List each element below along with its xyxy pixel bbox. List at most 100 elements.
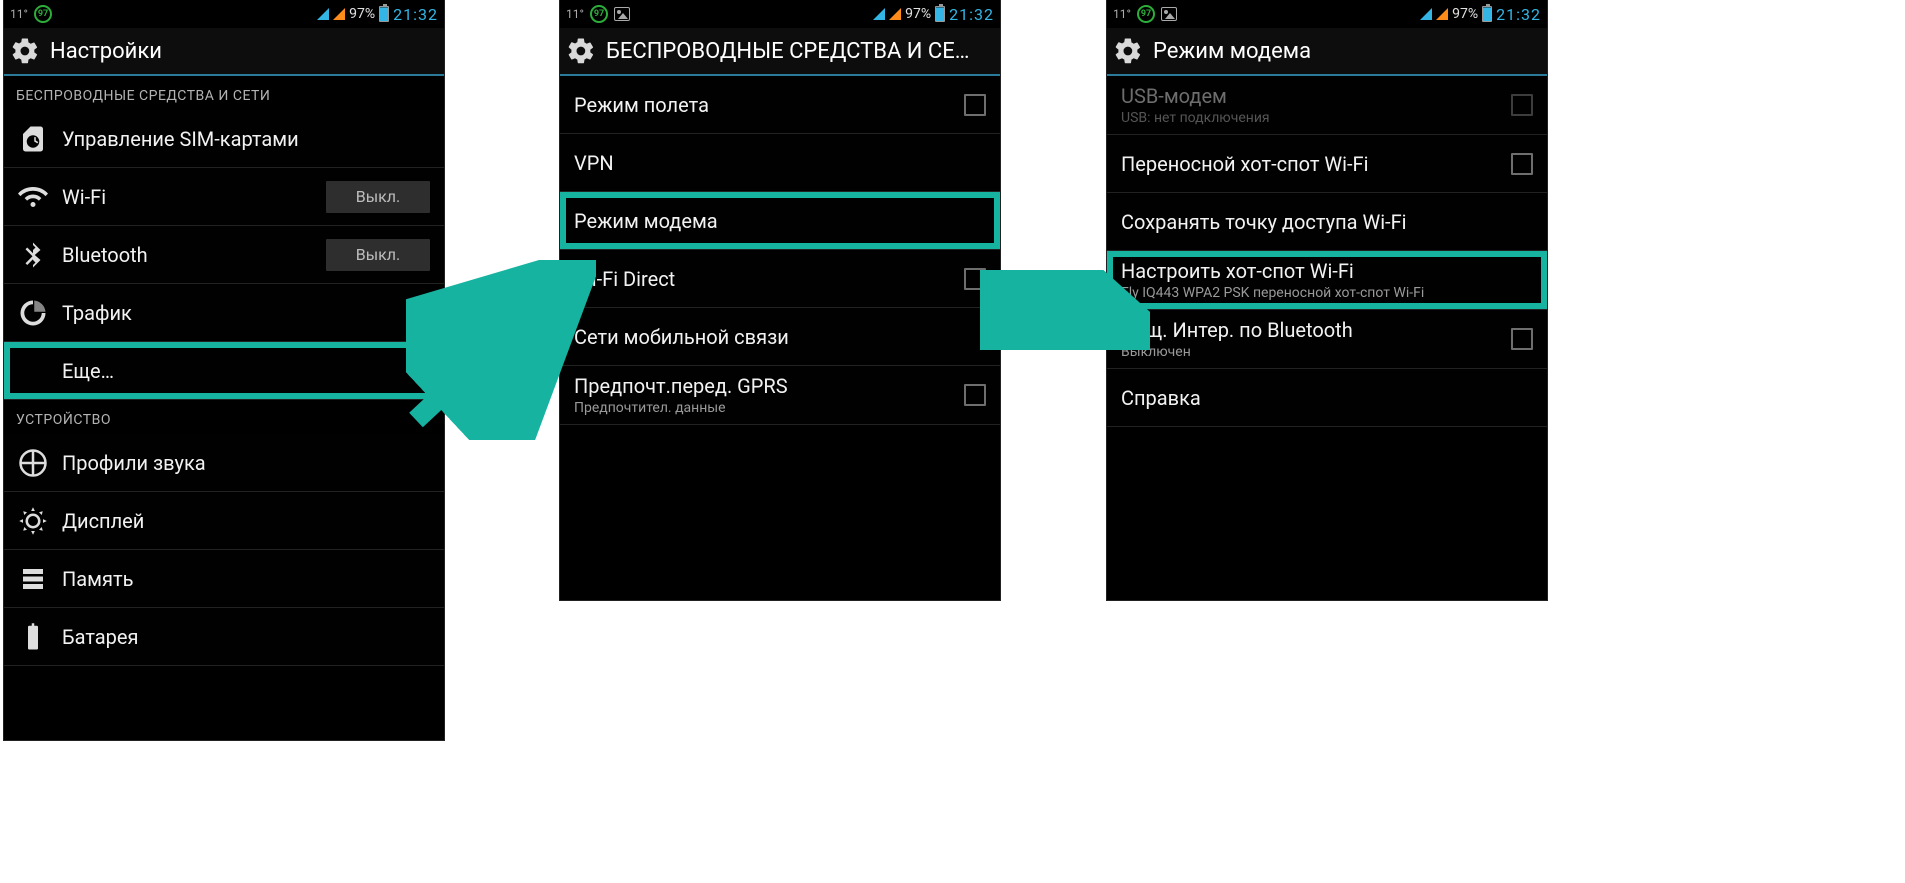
battery-icon [1482, 6, 1492, 22]
row-wifi-direct[interactable]: Wi-Fi Direct [560, 250, 1000, 308]
row-storage[interactable]: Память [4, 550, 444, 608]
screen-title: Режим модема [1153, 39, 1311, 64]
battery-percent: 97% [905, 6, 931, 22]
row-label: Общ. Интер. по Bluetooth [1121, 318, 1497, 342]
gallery-icon [1161, 7, 1177, 21]
row-more[interactable]: Еще… [4, 342, 444, 400]
sound-icon [18, 448, 48, 478]
clock: 21:32 [949, 5, 994, 24]
settings-gear-icon [566, 36, 596, 66]
data-usage-icon [18, 298, 48, 328]
circle-badge-icon: 97 [590, 5, 608, 23]
row-label: Wi-Fi [62, 185, 312, 209]
row-label: Справка [1121, 386, 1533, 410]
temperature-indicator: 11° [566, 7, 584, 21]
battery-icon [18, 622, 48, 652]
row-sublabel: USB: нет подключения [1121, 110, 1497, 126]
clock: 21:32 [393, 5, 438, 24]
screen-title: БЕСПРОВОДНЫЕ СРЕДСТВА И СЕ… [606, 39, 969, 64]
row-airplane-mode[interactable]: Режим полета [560, 76, 1000, 134]
row-vpn[interactable]: VPN [560, 134, 1000, 192]
row-label: Еще… [62, 359, 430, 383]
row-help[interactable]: Справка [1107, 369, 1547, 427]
wifi-direct-checkbox[interactable] [964, 268, 986, 290]
battery-percent: 97% [349, 6, 375, 22]
signal-icon [1420, 8, 1432, 20]
storage-icon [18, 564, 48, 594]
display-icon [18, 506, 48, 536]
signal-icon [873, 8, 885, 20]
row-label: Режим полета [574, 93, 950, 117]
circle-badge-icon: 97 [1137, 5, 1155, 23]
status-bar: 11° 97 97% 21:32 [1107, 0, 1547, 28]
signal-icon [333, 8, 345, 20]
circle-badge-icon: 97 [34, 5, 52, 23]
gallery-icon [614, 7, 630, 21]
row-label: Режим модема [574, 209, 986, 233]
row-data-usage[interactable]: Трафик [4, 284, 444, 342]
temperature-indicator: 11° [10, 7, 28, 21]
bluetooth-icon [18, 240, 48, 270]
row-label: Батарея [62, 625, 430, 649]
signal-icon [889, 8, 901, 20]
section-header-wireless: БЕСПРОВОДНЫЕ СРЕДСТВА И СЕТИ [4, 76, 444, 110]
row-label: Настроить хот-спот Wi-Fi [1121, 259, 1533, 283]
row-label: Управление SIM-картами [62, 127, 430, 151]
screen-header: Настройки [4, 28, 444, 76]
bt-sharing-checkbox[interactable] [1511, 328, 1533, 350]
hotspot-checkbox[interactable] [1511, 153, 1533, 175]
status-bar: 11° 97 97% 21:32 [4, 0, 444, 28]
signal-icon [317, 8, 329, 20]
row-usb-tether: USB-модем USB: нет подключения [1107, 76, 1547, 135]
screen-title: Настройки [50, 39, 162, 64]
row-label: VPN [574, 151, 986, 175]
row-label: Сети мобильной связи [574, 325, 986, 349]
settings-gear-icon [1113, 36, 1143, 66]
row-label: Дисплей [62, 509, 430, 533]
row-label: Предпочт.перед. GPRS [574, 374, 950, 398]
row-label: Wi-Fi Direct [574, 267, 950, 291]
clock: 21:32 [1496, 5, 1541, 24]
status-bar: 11° 97 97% 21:32 [560, 0, 1000, 28]
battery-icon [379, 6, 389, 22]
row-keep-hotspot[interactable]: Сохранять точку доступа Wi-Fi [1107, 193, 1547, 251]
temperature-indicator: 11° [1113, 7, 1131, 21]
row-battery[interactable]: Батарея [4, 608, 444, 666]
phone-screenshot-1: 11° 97 97% 21:32 Настройки БЕСПРОВОДНЫЕ … [4, 0, 444, 740]
row-label: Сохранять точку доступа Wi-Fi [1121, 210, 1533, 234]
row-label: Переносной хот-спот Wi-Fi [1121, 152, 1497, 176]
wifi-toggle[interactable]: Выкл. [326, 181, 430, 213]
row-sublabel: Fly IQ443 WPA2 PSK переносной хот-спот W… [1121, 285, 1533, 301]
row-mobile-networks[interactable]: Сети мобильной связи [560, 308, 1000, 366]
row-label: Трафик [62, 301, 430, 325]
battery-percent: 97% [1452, 6, 1478, 22]
row-configure-hotspot[interactable]: Настроить хот-спот Wi-Fi Fly IQ443 WPA2 … [1107, 251, 1547, 310]
airplane-checkbox[interactable] [964, 94, 986, 116]
row-label: USB-модем [1121, 84, 1497, 108]
row-wifi[interactable]: Wi-Fi Выкл. [4, 168, 444, 226]
gprs-checkbox[interactable] [964, 384, 986, 406]
row-display[interactable]: Дисплей [4, 492, 444, 550]
battery-icon [935, 6, 945, 22]
row-bluetooth-sharing[interactable]: Общ. Интер. по Bluetooth Выключен [1107, 310, 1547, 369]
row-label: Профили звука [62, 451, 430, 475]
row-label: Память [62, 567, 430, 591]
sim-card-icon [18, 124, 48, 154]
row-sublabel: Предпочтител. данные [574, 400, 950, 416]
blank-icon [18, 356, 48, 386]
settings-gear-icon [10, 36, 40, 66]
bluetooth-toggle[interactable]: Выкл. [326, 239, 430, 271]
section-header-device: УСТРОЙСТВО [4, 400, 444, 434]
row-portable-hotspot[interactable]: Переносной хот-спот Wi-Fi [1107, 135, 1547, 193]
row-tethering[interactable]: Режим модема [560, 192, 1000, 250]
screen-header[interactable]: БЕСПРОВОДНЫЕ СРЕДСТВА И СЕ… [560, 28, 1000, 76]
row-sound-profiles[interactable]: Профили звука [4, 434, 444, 492]
row-label: Bluetooth [62, 243, 312, 267]
usb-tether-checkbox [1511, 94, 1533, 116]
signal-icon [1436, 8, 1448, 20]
screen-header[interactable]: Режим модема [1107, 28, 1547, 76]
row-sim-management[interactable]: Управление SIM-картами [4, 110, 444, 168]
row-bluetooth[interactable]: Bluetooth Выкл. [4, 226, 444, 284]
phone-screenshot-3: 11° 97 97% 21:32 Режим модема USB-модем … [1107, 0, 1547, 600]
row-preferred-gprs[interactable]: Предпочт.перед. GPRS Предпочтител. данны… [560, 366, 1000, 425]
